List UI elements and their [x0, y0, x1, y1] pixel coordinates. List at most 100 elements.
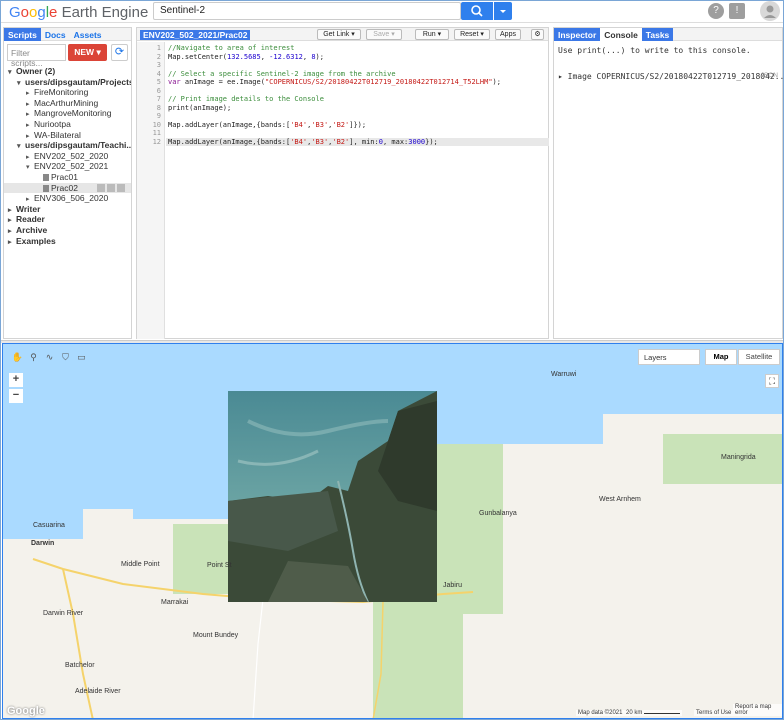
caret-right-icon[interactable]: ▸ — [26, 132, 34, 141]
run-button[interactable]: Run ▾ — [415, 29, 449, 40]
feedback-icon[interactable]: ! — [729, 3, 745, 19]
tree-folder-item[interactable]: ▸ WA-Bilateral — [4, 130, 131, 141]
caret-right-icon[interactable]: ▸ — [8, 227, 16, 236]
rectangle-draw-icon[interactable]: ▭ — [75, 351, 88, 364]
code-token: print(anImage); — [168, 103, 232, 112]
tree-folder-item[interactable]: ▸ Reader — [4, 214, 131, 225]
code-token: -12.6312 — [269, 52, 303, 61]
tab-inspector[interactable]: Inspector — [554, 28, 601, 41]
json-link[interactable]: JSON — [761, 72, 778, 79]
sentinel2-image-layer — [228, 391, 437, 602]
code-token: ]}); — [349, 120, 367, 129]
place-label: West Arnhem — [599, 496, 641, 503]
line-number: 6 — [156, 86, 161, 95]
fullscreen-icon[interactable]: ⛶ — [765, 374, 779, 388]
code-line: var anImage = ee.Image("COPERNICUS/S2/20… — [168, 78, 501, 87]
refresh-icon[interactable]: ⟳ — [111, 44, 128, 61]
layers-dropdown[interactable]: Layers — [638, 349, 700, 365]
line-number: 8 — [156, 103, 161, 112]
new-script-button[interactable]: NEW ▾ — [68, 44, 107, 61]
search-dropdown-button[interactable] — [494, 2, 512, 20]
chevron-down-icon — [500, 10, 506, 13]
caret-right-icon[interactable]: ▸ — [26, 110, 34, 119]
earth-engine-logo[interactable]: Google Earth Engine — [9, 4, 148, 21]
script-file-item[interactable]: Prac02 — [4, 182, 131, 194]
tree-folder-item[interactable]: ▸ Archive — [4, 225, 131, 236]
caret-right-icon[interactable]: ▸ — [8, 238, 16, 247]
map-type-satellite-button[interactable]: Satellite — [738, 349, 780, 365]
tree-folder-item[interactable]: ▸ Nuriootpa — [4, 119, 131, 130]
scale-bar-line — [644, 710, 681, 714]
top-header: Google Earth Engine Sentinel-2 ? ! — [1, 1, 783, 23]
caret-down-icon[interactable]: ▾ — [8, 68, 16, 77]
tree-folder-item[interactable]: ▾ ENV202_502_2021 — [4, 161, 131, 172]
tree-folder-item[interactable]: ▾ users/dipsgautam/Teachi... — [4, 140, 131, 151]
code-token: 'B2' — [332, 120, 350, 129]
tab-tasks[interactable]: Tasks — [641, 28, 674, 41]
scale-bar[interactable]: 20 km — [624, 710, 683, 716]
line-number: 1 — [156, 44, 161, 52]
map-view[interactable]: ✋ ⚲ ∿ ⛉ ▭ + − Layers Map Satellite ⛶ War… — [2, 343, 783, 719]
get-link-button[interactable]: Get Link ▾ — [317, 29, 361, 40]
tree-folder-item[interactable]: ▾ users/dipsgautam/Projects — [4, 77, 131, 88]
satellite-imagery — [228, 391, 437, 602]
tab-assets[interactable]: Assets — [70, 28, 106, 41]
report-map-error-link[interactable]: Report a map error — [733, 704, 782, 716]
search-button[interactable] — [461, 2, 493, 20]
run-label: Run — [422, 31, 436, 38]
rename-icon[interactable] — [107, 183, 115, 192]
tree-item-label: Owner (2) — [16, 66, 56, 76]
code-token: }); — [425, 137, 438, 146]
tree-folder-item[interactable]: ▸ ENV306_506_2020 — [4, 193, 131, 204]
map-type-map-button[interactable]: Map — [705, 349, 737, 365]
code-token: , — [260, 52, 270, 61]
tree-item-label: ENV306_506_2020 — [34, 193, 109, 204]
caret-right-icon[interactable]: ▸ — [26, 89, 34, 98]
tree-folder-item[interactable]: ▸ MacArthurMining — [4, 98, 131, 109]
zoom-in-button[interactable]: + — [9, 373, 23, 387]
place-label: Darwin — [31, 540, 55, 547]
settings-gear-icon[interactable]: ⚙ — [531, 29, 544, 40]
reset-button[interactable]: Reset ▾ — [454, 29, 490, 40]
caret-down-icon[interactable]: ▾ — [17, 79, 25, 88]
point-marker-icon[interactable]: ⚲ — [27, 351, 40, 364]
caret-right-icon[interactable]: ▸ — [26, 195, 34, 204]
avatar[interactable] — [760, 1, 780, 21]
tree-folder-item[interactable]: ▸ ENV202_502_2020 — [4, 151, 131, 162]
code-token: 'B4' — [290, 120, 308, 129]
tree-item-label: FireMonitoring — [34, 87, 89, 98]
console-output-item[interactable]: ▸ Image COPERNICUS/S2/20180422T012719_20… — [558, 72, 784, 81]
line-draw-icon[interactable]: ∿ — [43, 351, 56, 364]
tab-console[interactable]: Console — [600, 28, 642, 41]
tree-folder-item[interactable]: ▸ MangroveMonitoring — [4, 108, 131, 119]
zoom-out-button[interactable]: − — [9, 389, 23, 403]
caret-right-icon[interactable]: ▸ — [26, 100, 34, 109]
tab-docs[interactable]: Docs — [41, 28, 70, 41]
tree-folder-item[interactable]: ▸ Examples — [4, 236, 131, 247]
hand-pan-icon[interactable]: ✋ — [11, 351, 24, 364]
caret-down-icon[interactable]: ▾ — [17, 142, 25, 151]
polygon-draw-icon[interactable]: ⛉ — [59, 351, 72, 364]
caret-down-icon[interactable]: ▾ — [26, 163, 34, 172]
script-file-item[interactable]: Prac01 — [4, 172, 131, 183]
caret-right-icon[interactable]: ▸ — [8, 206, 16, 215]
tree-folder-item[interactable]: ▸ Writer — [4, 204, 131, 215]
caret-right-icon[interactable]: ▸ — [26, 121, 34, 130]
place-label: Casuarina — [33, 522, 65, 529]
delete-icon[interactable] — [117, 183, 125, 192]
tab-scripts[interactable]: Scripts — [4, 28, 41, 41]
terms-link[interactable]: Terms of Use — [694, 710, 734, 716]
tree-folder-item[interactable]: ▸ FireMonitoring — [4, 87, 131, 98]
apps-button[interactable]: Apps — [495, 29, 521, 40]
caret-right-icon[interactable]: ▸ — [8, 216, 16, 225]
apps-label: Apps — [500, 31, 516, 38]
share-icon[interactable] — [97, 183, 105, 192]
help-icon[interactable]: ? — [708, 3, 724, 19]
search-input[interactable]: Sentinel-2 — [153, 2, 461, 20]
code-line: Map.addLayer(anImage,{bands:['B4','B3','… — [168, 121, 366, 130]
filter-scripts-input[interactable]: Filter scripts... — [7, 44, 66, 68]
code-area[interactable]: //Navigate to area of interest Map.setCen… — [166, 42, 549, 339]
save-button[interactable]: Save ▾ — [366, 29, 402, 40]
tree-folder-item[interactable]: ▾ Owner (2) — [4, 66, 131, 77]
caret-right-icon[interactable]: ▸ — [26, 153, 34, 162]
